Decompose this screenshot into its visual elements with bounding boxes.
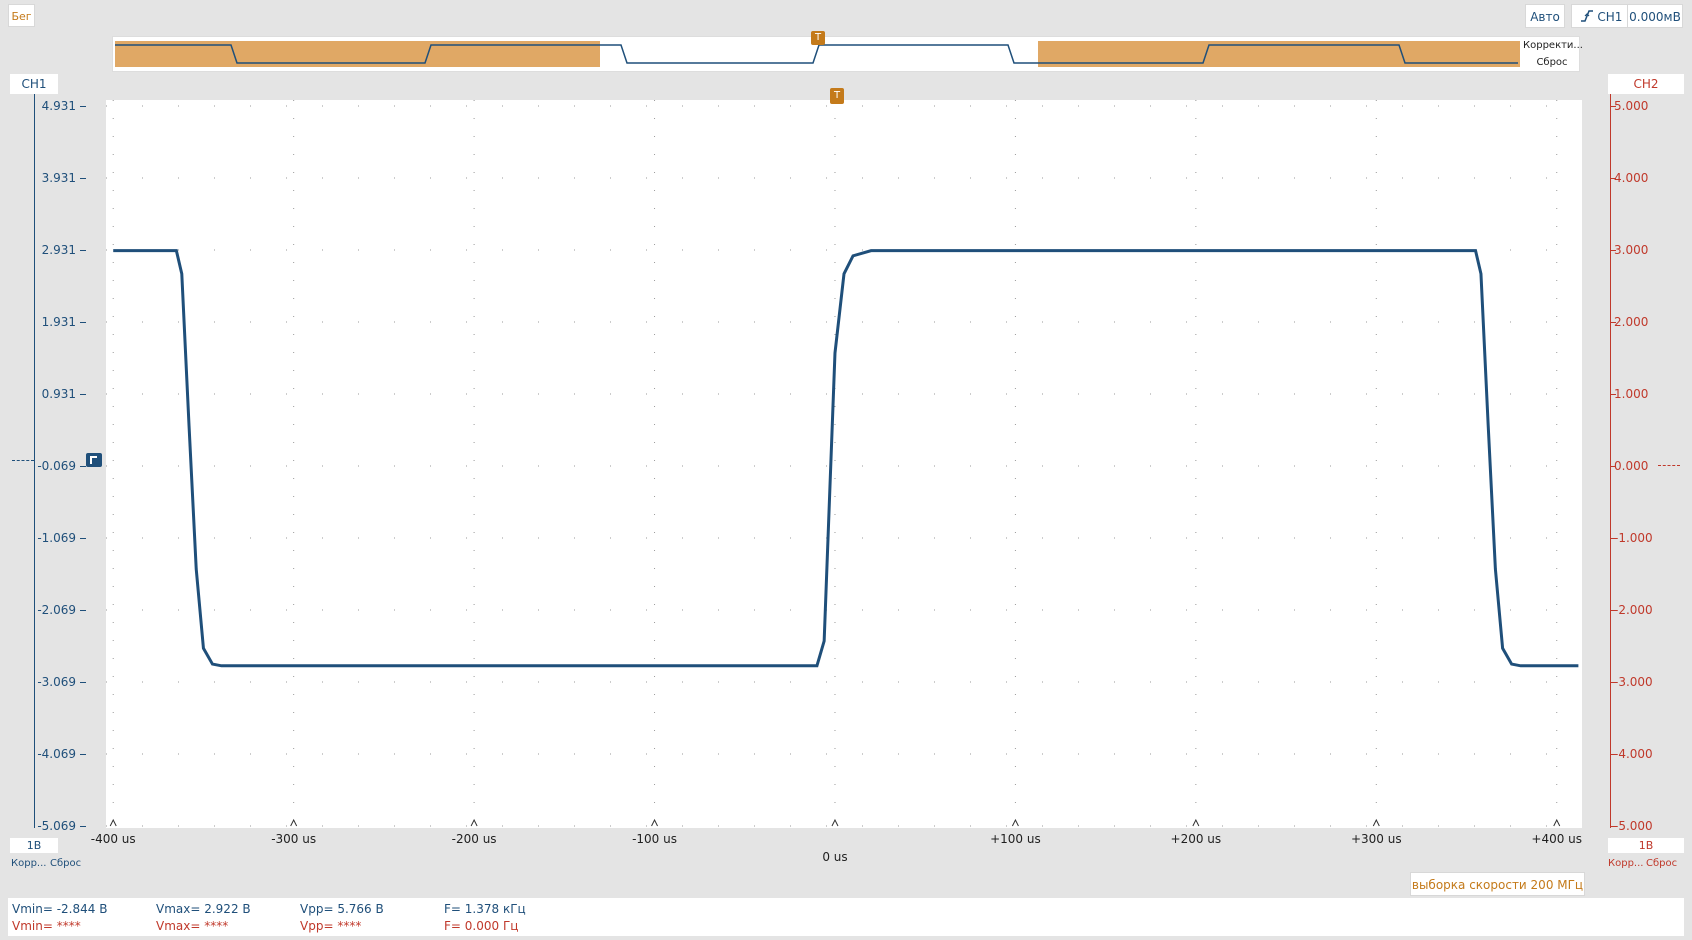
ch2-tick-label: -4.000 (1614, 747, 1653, 761)
ch1-tick-label: -5.069 (37, 819, 76, 833)
x-axis-label: -400 us (90, 832, 136, 846)
x-tick-arrow (470, 818, 478, 827)
ch1-offset-icon (90, 456, 97, 464)
ch2-tick-label: 2.000 (1614, 315, 1649, 329)
ch1-tick-label: 4.931 (41, 99, 76, 113)
x-axis-label: -300 us (271, 832, 317, 846)
ch1-zero-dash (12, 460, 34, 461)
x-tick-arrow (1011, 818, 1019, 827)
ch2-frequency: F= 0.000 Гц (444, 919, 519, 933)
x-tick-arrow (1372, 818, 1380, 827)
x-tick-arrow (1192, 818, 1200, 827)
ch1-waveform-trace (113, 249, 1579, 668)
ch1-tick-mark (80, 610, 86, 611)
ch2-tick-mark (1610, 394, 1616, 395)
ch2-axis-line (1610, 94, 1611, 828)
x-tick-arrow (651, 818, 658, 827)
plot-canvas (106, 100, 1582, 828)
x-tick-arrow (290, 818, 298, 827)
ch2-tick-mark (1610, 610, 1616, 611)
ch1-tick-label: -1.069 (37, 531, 76, 545)
sample-rate-label: выборка скорости 200 МГц (1410, 872, 1585, 896)
ch2-reset-button[interactable]: Сброс (1646, 858, 1677, 869)
x-axis-label: +200 us (1170, 832, 1222, 846)
ch1-tick-label: 2.931 (41, 243, 76, 257)
ch1-vmax: Vmax= 2.922 В (156, 902, 251, 916)
ch2-zero-dash (1658, 465, 1680, 466)
x-axis-label: +400 us (1531, 832, 1583, 846)
ch2-tick-label: -5.000 (1614, 819, 1653, 833)
ch1-tick-mark (80, 250, 86, 251)
oscilloscope-plot[interactable]: T (106, 88, 1582, 828)
ch1-tick-mark (80, 394, 86, 395)
ch1-tick-label: 0.931 (41, 387, 76, 401)
ch1-scale-label[interactable]: 1В (10, 838, 58, 853)
ch2-tick-label: -2.000 (1614, 603, 1653, 617)
trigger-level-button[interactable]: 0.000мВ (1627, 4, 1683, 28)
ch1-tick-label: 1.931 (41, 315, 76, 329)
ch2-correct-button[interactable]: Корр... (1608, 858, 1643, 869)
ch1-tick-mark (80, 466, 86, 467)
ch2-tick-label: -3.000 (1614, 675, 1653, 689)
trigger-channel-label: CH1 (1597, 10, 1623, 24)
ch2-tick-mark (1610, 106, 1616, 107)
ch2-tick-label: 5.000 (1614, 99, 1649, 113)
ch2-tick-label: 1.000 (1614, 387, 1649, 401)
ch1-reset-button[interactable]: Сброс (50, 858, 81, 869)
ch2-vpp: Vpp= **** (300, 919, 362, 933)
ch2-tick-mark (1610, 250, 1616, 251)
ch2-header[interactable]: CH2 (1608, 74, 1684, 94)
ch1-tick-mark (80, 682, 86, 683)
ch1-offset-marker[interactable] (86, 453, 102, 467)
trigger-mode-button[interactable]: Авто (1525, 4, 1565, 28)
x-tick-arrow (831, 818, 839, 827)
ch1-tick-mark (80, 538, 86, 539)
ch2-scale-label[interactable]: 1В (1608, 838, 1684, 853)
run-button[interactable]: Бег (8, 4, 35, 27)
ch1-tick-mark (80, 826, 86, 827)
ch2-tick-label: 3.000 (1614, 243, 1649, 257)
ch2-vmin: Vmin= **** (12, 919, 81, 933)
ch1-tick-label: -3.069 (37, 675, 76, 689)
ch1-tick-mark (80, 754, 86, 755)
measurements-panel: Vmin= -2.844 В Vmax= 2.922 В Vpp= 5.766 … (8, 898, 1684, 936)
x-tick-arrow (109, 818, 117, 827)
ch2-tick-label: 0.000 (1614, 459, 1649, 473)
rising-edge-icon (1580, 6, 1594, 22)
trigger-source-button[interactable]: CH1 (1571, 4, 1631, 28)
ch1-tick-label: 3.931 (41, 171, 76, 185)
ch2-vmax: Vmax= **** (156, 919, 229, 933)
ch2-tick-mark (1610, 466, 1616, 467)
waveform-overview[interactable]: T Корректи... Сброс (112, 31, 1583, 72)
ch2-tick-mark (1610, 538, 1616, 539)
x-axis-label: -200 us (451, 832, 497, 846)
ch2-tick-mark (1610, 826, 1616, 827)
overview-correct-button[interactable]: Корректи... (1523, 38, 1583, 53)
ch1-vpp: Vpp= 5.766 В (300, 902, 384, 916)
ch1-frequency: F= 1.378 кГц (444, 902, 526, 916)
ch1-tick-mark (80, 178, 86, 179)
ch1-tick-mark (80, 322, 86, 323)
ch2-tick-mark (1610, 682, 1616, 683)
ch2-tick-mark (1610, 178, 1616, 179)
ch1-header[interactable]: CH1 (10, 74, 58, 94)
x-axis-label: 0 us (822, 850, 848, 864)
ch2-tick-mark (1610, 754, 1616, 755)
plot-trigger-marker[interactable]: T (830, 88, 844, 104)
overview-reset-button[interactable]: Сброс (1523, 55, 1581, 70)
ch2-tick-label: 4.000 (1614, 171, 1649, 185)
x-axis-label: +300 us (1350, 832, 1402, 846)
x-tick-arrow (1553, 818, 1561, 827)
ch1-tick-label: -4.069 (37, 747, 76, 761)
ch1-correct-button[interactable]: Корр... (11, 858, 46, 869)
ch1-tick-label: -0.069 (37, 459, 76, 473)
ch2-tick-mark (1610, 322, 1616, 323)
ch1-tick-mark (80, 106, 86, 107)
ch1-tick-label: -2.069 (37, 603, 76, 617)
ch1-vmin: Vmin= -2.844 В (12, 902, 108, 916)
x-axis-label: +100 us (990, 832, 1041, 846)
ch2-tick-label: -1.000 (1614, 531, 1653, 545)
x-axis-label: -100 us (632, 832, 677, 846)
overview-trigger-marker[interactable]: T (811, 31, 825, 45)
